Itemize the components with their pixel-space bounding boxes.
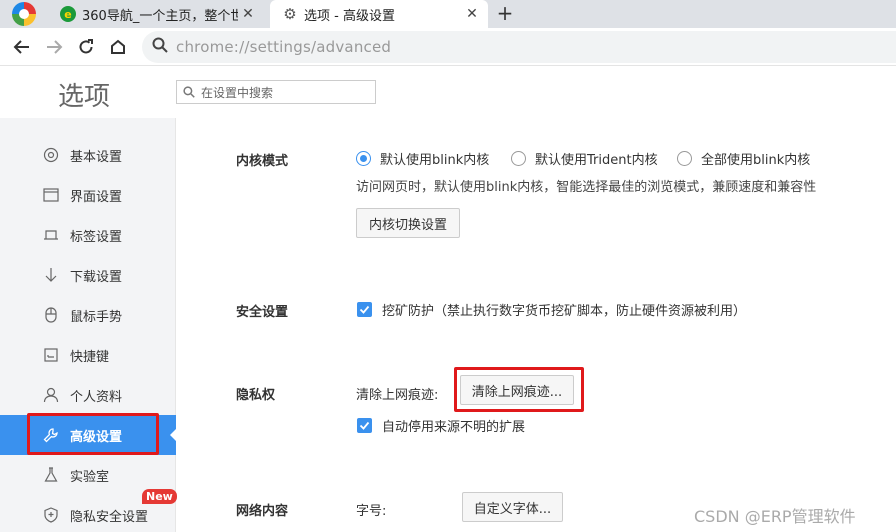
disable-unknown-extensions-checkbox[interactable]: 自动停用来源不明的扩展 [357, 416, 525, 435]
360-icon: e [60, 6, 76, 22]
close-icon[interactable]: ✕ [238, 6, 258, 22]
checkbox-label: 挖矿防护（禁止执行数字货币挖矿脚本，防止硬件资源被利用） [382, 304, 747, 319]
clear-history-button[interactable]: 清除上网痕迹... [460, 375, 574, 405]
font-size-label: 字号: [356, 504, 387, 519]
close-icon[interactable]: ✕ [462, 6, 482, 22]
tab-strip: e 360导航_一个主页，整个世界 ✕ ⚙ 选项 - 高级设置 ✕ + [0, 0, 896, 28]
sidebar-item-label: 界面设置 [70, 189, 123, 205]
security-settings-label: 安全设置 [236, 305, 289, 320]
download-icon [42, 266, 60, 284]
new-badge: New [142, 489, 177, 504]
sidebar-item-interface[interactable]: 界面设置 [0, 175, 176, 215]
search-placeholder: 在设置中搜索 [201, 85, 274, 100]
forward-arrow-icon[interactable] [42, 35, 66, 59]
gear-icon: ⚙ [283, 4, 297, 23]
active-indicator [170, 429, 176, 441]
tab-title: 选项 - 高级设置 [304, 8, 395, 24]
web-content-label: 网络内容 [236, 504, 289, 519]
tab-title: 360导航_一个主页，整个世界 [82, 8, 238, 24]
url-text: chrome://settings/advanced [176, 38, 392, 56]
radio-kernel-blink-default[interactable]: 默认使用blink内核 [356, 149, 489, 168]
sidebar-item-mouse-gesture[interactable]: 鼠标手势 [0, 295, 176, 335]
sidebar-item-tabs[interactable]: 标签设置 [0, 215, 176, 255]
radio-kernel-blink-all[interactable]: 全部使用blink内核 [677, 149, 810, 168]
kernel-mode-label: 内核模式 [236, 154, 289, 169]
wrench-icon [42, 426, 60, 444]
page-title: 选项 [58, 82, 111, 112]
toolbar: chrome://settings/advanced [0, 28, 896, 66]
search-icon [152, 37, 168, 57]
tab-360-nav[interactable]: e 360导航_一个主页，整个世界 ✕ [48, 0, 264, 28]
checkmark-icon [357, 302, 372, 317]
tab-settings[interactable]: ⚙ 选项 - 高级设置 ✕ [270, 0, 488, 28]
radio-unselected-icon [677, 151, 692, 166]
privacy-label: 隐私权 [236, 388, 276, 403]
sidebar-item-basic[interactable]: 基本设置 [0, 135, 176, 175]
new-tab-button[interactable]: + [494, 2, 516, 24]
back-arrow-icon[interactable] [10, 35, 34, 59]
address-bar[interactable]: chrome://settings/advanced [142, 31, 896, 63]
sidebar-item-download[interactable]: 下载设置 [0, 255, 176, 295]
radio-label: 默认使用blink内核 [380, 153, 490, 168]
settings-icon [42, 146, 60, 164]
mining-protection-checkbox[interactable]: 挖矿防护（禁止执行数字货币挖矿脚本，防止硬件资源被利用） [357, 300, 746, 319]
custom-font-button[interactable]: 自定义字体... [462, 492, 563, 522]
kernel-description: 访问网页时，默认使用blink内核，智能选择最佳的浏览模式，兼顾速度和兼容性 [356, 180, 817, 195]
sidebar-item-advanced[interactable]: 高级设置 [0, 415, 176, 455]
sidebar-item-label: 实验室 [70, 469, 110, 485]
sidebar-item-label: 下载设置 [70, 269, 123, 285]
sidebar-item-label: 鼠标手势 [70, 309, 123, 325]
watermark: CSDN @ERP管理软件 [694, 507, 856, 526]
radio-unselected-icon [511, 151, 526, 166]
radio-label: 全部使用blink内核 [701, 153, 811, 168]
sidebar-item-label: 个人资料 [70, 389, 123, 405]
checkbox-label: 自动停用来源不明的扩展 [382, 420, 526, 435]
tab-icon [42, 226, 60, 244]
sidebar-item-label: 高级设置 [70, 429, 123, 445]
mouse-icon [42, 306, 60, 324]
browser-logo-icon[interactable] [12, 2, 36, 26]
window-icon [42, 186, 60, 204]
sidebar-item-label: 隐私安全设置 [70, 509, 149, 525]
reload-icon[interactable] [74, 35, 98, 59]
sidebar-item-profile[interactable]: 个人资料 [0, 375, 176, 415]
home-icon[interactable] [106, 35, 130, 59]
settings-search-input[interactable]: 在设置中搜索 [176, 80, 376, 104]
checkmark-icon [357, 418, 372, 433]
kernel-switch-settings-button[interactable]: 内核切换设置 [356, 208, 460, 238]
sidebar-item-label: 基本设置 [70, 149, 123, 165]
radio-label: 默认使用Trident内核 [535, 153, 658, 168]
shortcut-icon [42, 346, 60, 364]
shield-icon [42, 506, 60, 524]
flask-icon [42, 466, 60, 484]
radio-selected-icon [356, 151, 371, 166]
clear-history-label: 清除上网痕迹: [356, 388, 439, 403]
radio-kernel-trident-default[interactable]: 默认使用Trident内核 [511, 149, 658, 168]
sidebar-item-label: 标签设置 [70, 229, 123, 245]
search-icon [183, 86, 195, 98]
sidebar-item-shortcut[interactable]: 快捷键 [0, 335, 176, 375]
sidebar-item-label: 快捷键 [70, 349, 110, 365]
person-icon [42, 386, 60, 404]
sidebar: 基本设置 界面设置 标签设置 下载设置 鼠标手势 快捷键 个人资料 高级设置 实… [0, 118, 176, 532]
